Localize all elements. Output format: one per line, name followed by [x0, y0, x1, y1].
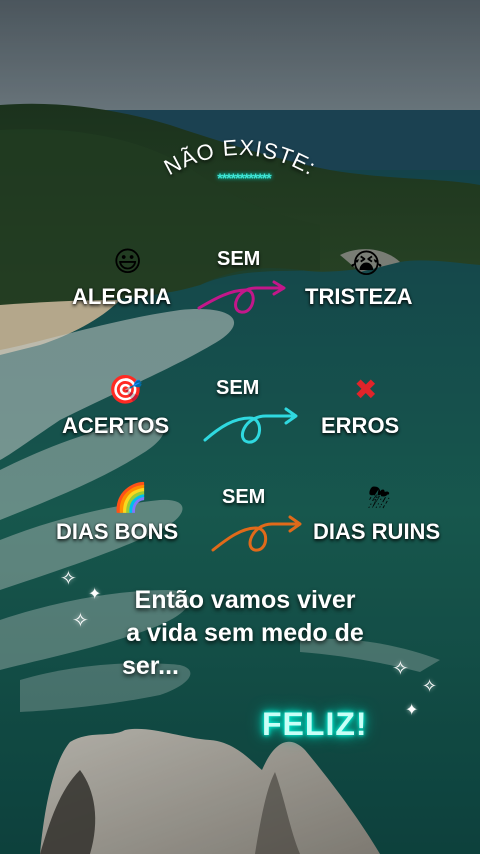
- rainbow-icon: 🌈: [113, 481, 148, 514]
- pair-right-label: ERROS: [321, 413, 400, 438]
- storm-cloud-icon: ⛈: [368, 481, 391, 514]
- grinning-face-icon: 😃: [113, 245, 143, 278]
- decorative-stars: ************: [217, 170, 271, 186]
- sparkle-icon: ✦: [405, 702, 419, 719]
- pair-right-label: TRISTEZA: [305, 284, 413, 309]
- direct-hit-target-icon: 🎯: [108, 373, 143, 406]
- closing-line: ser...: [122, 652, 179, 680]
- curly-arrow-icon: [197, 280, 286, 314]
- closing-message: Então vamos viver a vida sem medo de ser…: [100, 584, 390, 683]
- closing-line: a vida sem medo de: [126, 619, 364, 647]
- pair-connector: SEM: [222, 486, 266, 508]
- highlight-word: FELIZ!: [262, 706, 368, 742]
- sparkle-icon: ✧: [60, 568, 77, 590]
- pair-connector: SEM: [216, 377, 260, 399]
- pair-left-label: DIAS BONS: [56, 519, 179, 544]
- curly-arrow-icon: [211, 515, 302, 552]
- curly-arrow-icon: [203, 407, 298, 444]
- pair-left-label: ACERTOS: [62, 413, 170, 438]
- sparkle-icon: ✧: [422, 676, 438, 696]
- closing-line: Então vamos viver: [134, 586, 356, 614]
- sparkle-icon: ✧: [392, 658, 409, 680]
- pair-left-label: ALEGRIA: [72, 284, 171, 309]
- crying-face-icon: 😭: [350, 247, 383, 280]
- pair-right-label: DIAS RUINS: [313, 519, 441, 544]
- pair-connector: SEM: [217, 248, 261, 270]
- sparkle-icon: ✧: [72, 610, 89, 632]
- cross-mark-icon: ✖: [354, 373, 378, 406]
